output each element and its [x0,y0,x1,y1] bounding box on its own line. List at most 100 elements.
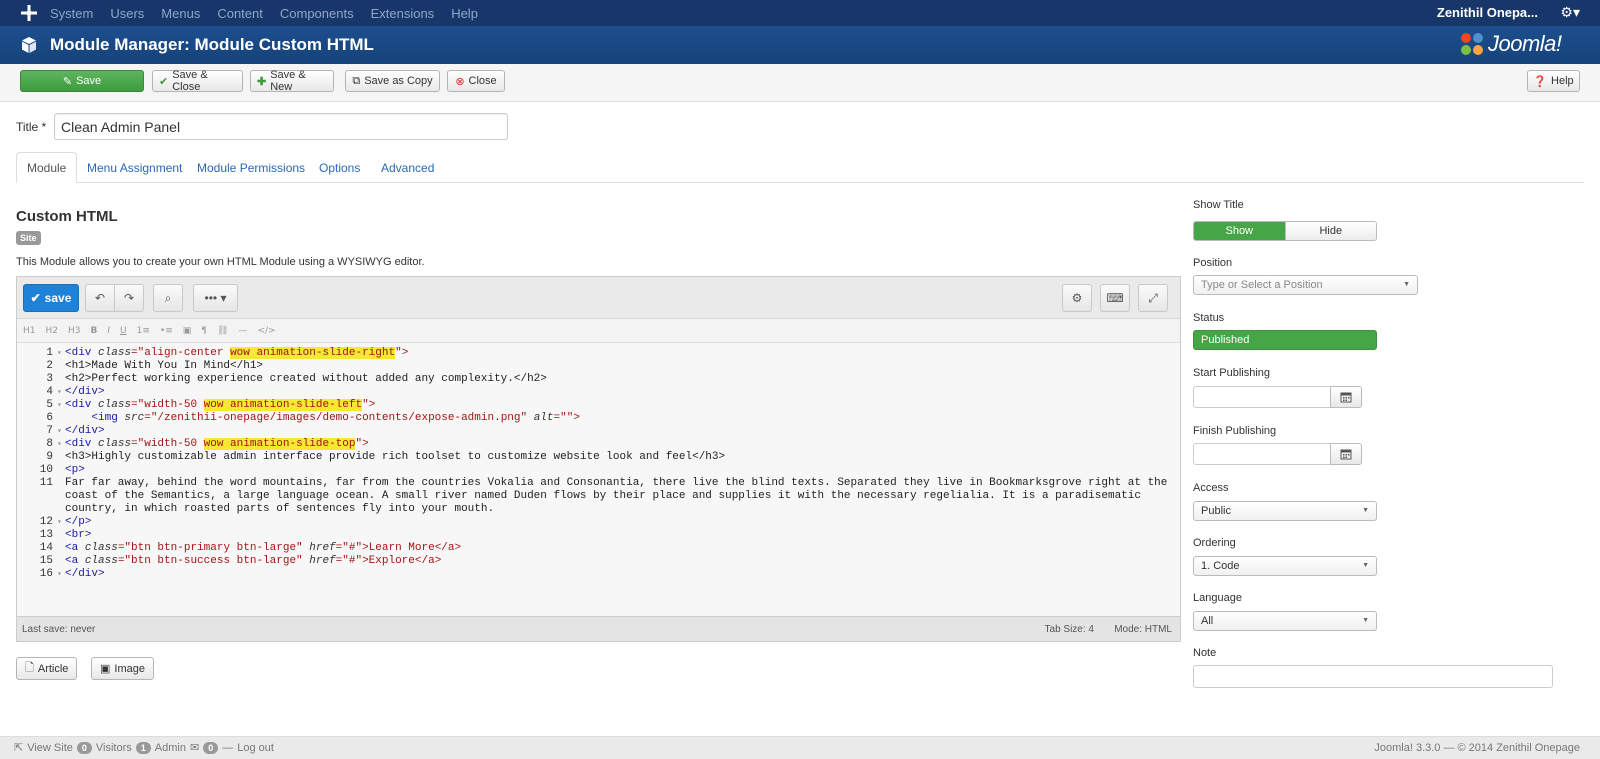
search-icon[interactable]: ⌕ [153,284,183,312]
hide-button[interactable]: Hide [1284,222,1376,240]
menu-help[interactable]: Help [451,6,478,21]
tab-advanced[interactable]: Advanced [381,152,434,183]
help-button[interactable]: ❓ Help [1527,70,1580,92]
code-line: 14 <a class="btn btn-primary btn-large" h… [39,542,462,554]
format-bar: H1 H2 H3 B I U 1≡ •≡ ▣ ¶ ⛓ — </> [17,319,1180,343]
article-label: Article [37,662,69,675]
unordered-list-icon[interactable]: •≡ [160,326,173,336]
close-icon: ⊗ [455,75,465,88]
caret-down-icon: ▼ [1362,617,1369,624]
code-area[interactable]: 1 ▾ <div class="align-center wow animation… [17,343,1180,618]
joomla-brand-logo: Joomla! [1458,29,1578,59]
start-publishing-label: Start Publishing [1193,367,1271,379]
tab-menu-assignment[interactable]: Menu Assignment [87,152,182,183]
view-site-link[interactable]: View Site [27,742,73,754]
menu-users[interactable]: Users [110,6,144,21]
tab-module[interactable]: Module [16,152,78,183]
save-label: Save [76,75,102,87]
joomla-brand-text: Joomla! [1488,31,1562,56]
code-line: 10 <p> [39,464,85,476]
image-button[interactable]: ▣ Image [91,657,154,680]
access-select[interactable]: Public ▼ [1193,501,1377,521]
message-count[interactable]: 0 [203,741,219,754]
close-button[interactable]: ⊗ Close [447,70,505,92]
help-icon: ❓ [1533,75,1548,88]
title-input[interactable]: Clean Admin Panel [54,113,508,140]
visitors-count: 0 [76,741,92,754]
cube-icon [22,37,36,53]
code-line: 1 ▾ <div class="align-center wow animation… [46,347,409,359]
minus-icon: — [222,741,234,754]
save-copy-button[interactable]: ⧉ Save as Copy [345,70,440,92]
link-icon[interactable]: ⛓ [217,326,228,336]
ordering-select[interactable]: 1. Code ▼ [1193,556,1377,576]
position-select[interactable]: Type or Select a Position ▼ [1193,275,1418,295]
bold-button[interactable]: B [91,326,98,336]
save-copy-label: Save as Copy [364,75,433,87]
save-new-label: Save & New [270,69,306,93]
main-menu: System Users Menus Content Components Ex… [50,0,495,26]
undo-icon[interactable]: ↶ [85,284,115,312]
underline-button[interactable]: U [120,326,127,336]
code-line: 16 ▾ </div> [39,568,105,580]
page-title: Module Manager: Module Custom HTML [50,35,374,54]
module-heading: Custom HTML [16,208,118,225]
copy-icon: ⧉ [352,74,361,87]
calendar-icon[interactable] [1330,386,1362,408]
more-options-icon[interactable]: ••• ▾ [193,284,238,312]
menu-system[interactable]: System [50,6,93,21]
code-line: 11 Far far away, behind the word mountain… [39,477,1174,515]
site-link[interactable]: Zenithil Onepa... [1437,5,1538,20]
keyboard-icon[interactable]: ⌨ [1100,284,1130,312]
language-select[interactable]: All ▼ [1193,611,1377,631]
paragraph-icon[interactable]: ¶ [201,326,207,336]
plus-icon: ✚ [257,75,267,88]
h1-button[interactable]: H1 [23,326,36,336]
tab-bar: Module Menu Assignment Module Permission… [16,152,1584,183]
save-close-button[interactable]: ✔ Save & Close [152,69,243,93]
tab-options[interactable]: Options [319,152,360,183]
settings-icon[interactable]: ⚙ [1062,284,1092,312]
image-icon[interactable]: ▣ [183,326,192,336]
code-icon[interactable]: </> [257,326,275,336]
finish-publishing-label: Finish Publishing [1193,425,1277,437]
code-line: 6 <img src="/zenithii-onepage/images/dem… [46,412,580,424]
h2-button[interactable]: H2 [46,326,59,336]
calendar-icon[interactable] [1330,443,1362,465]
joomla-logo-icon[interactable] [20,4,38,22]
position-label: Position [1193,257,1233,269]
save-new-button[interactable]: ✚ Save & New [250,69,334,93]
menu-menus[interactable]: Menus [161,6,200,21]
h3-button[interactable]: H3 [68,326,81,336]
menu-extensions[interactable]: Extensions [371,6,435,21]
editor-save-button[interactable]: ✔ save [23,284,79,312]
start-publishing-input[interactable] [1193,386,1331,408]
article-button[interactable]: 🗋 Article [16,657,78,680]
mode-status[interactable]: Mode: HTML [1114,624,1172,635]
show-button[interactable]: Show [1194,222,1285,240]
finish-publishing-input[interactable] [1193,443,1331,465]
code-line: 4 ▾ </div> [46,386,105,398]
code-line: 12 ▾ </p> [39,516,92,528]
horizontal-rule-icon[interactable]: — [238,326,247,336]
redo-icon[interactable]: ↷ [114,284,144,312]
tab-module-permissions[interactable]: Module Permissions [197,152,305,183]
note-input[interactable] [1193,665,1553,688]
note-label: Note [1193,647,1217,659]
access-value: Public [1201,505,1231,517]
top-navbar: System Users Menus Content Components Ex… [0,0,1600,26]
menu-components[interactable]: Components [280,6,354,21]
fullscreen-icon[interactable]: ⤢ [1138,284,1168,312]
status-select[interactable]: Published [1193,330,1377,350]
save-close-label: Save & Close [172,69,208,93]
status-footer: ⇱ View Site 0 Visitors 1 Admin ✉ 0 — Log… [0,736,1600,759]
close-label: Close [468,75,497,87]
external-link-icon: ⇱ [14,742,24,754]
italic-button[interactable]: I [107,326,110,336]
logout-link[interactable]: Log out [237,742,274,754]
tab-size-status[interactable]: Tab Size: 4 [1045,624,1094,635]
gear-icon[interactable]: ⚙▾ [1560,4,1580,21]
save-button[interactable]: ✎ Save [20,70,144,92]
menu-content[interactable]: Content [217,6,263,21]
ordered-list-icon[interactable]: 1≡ [137,326,150,336]
